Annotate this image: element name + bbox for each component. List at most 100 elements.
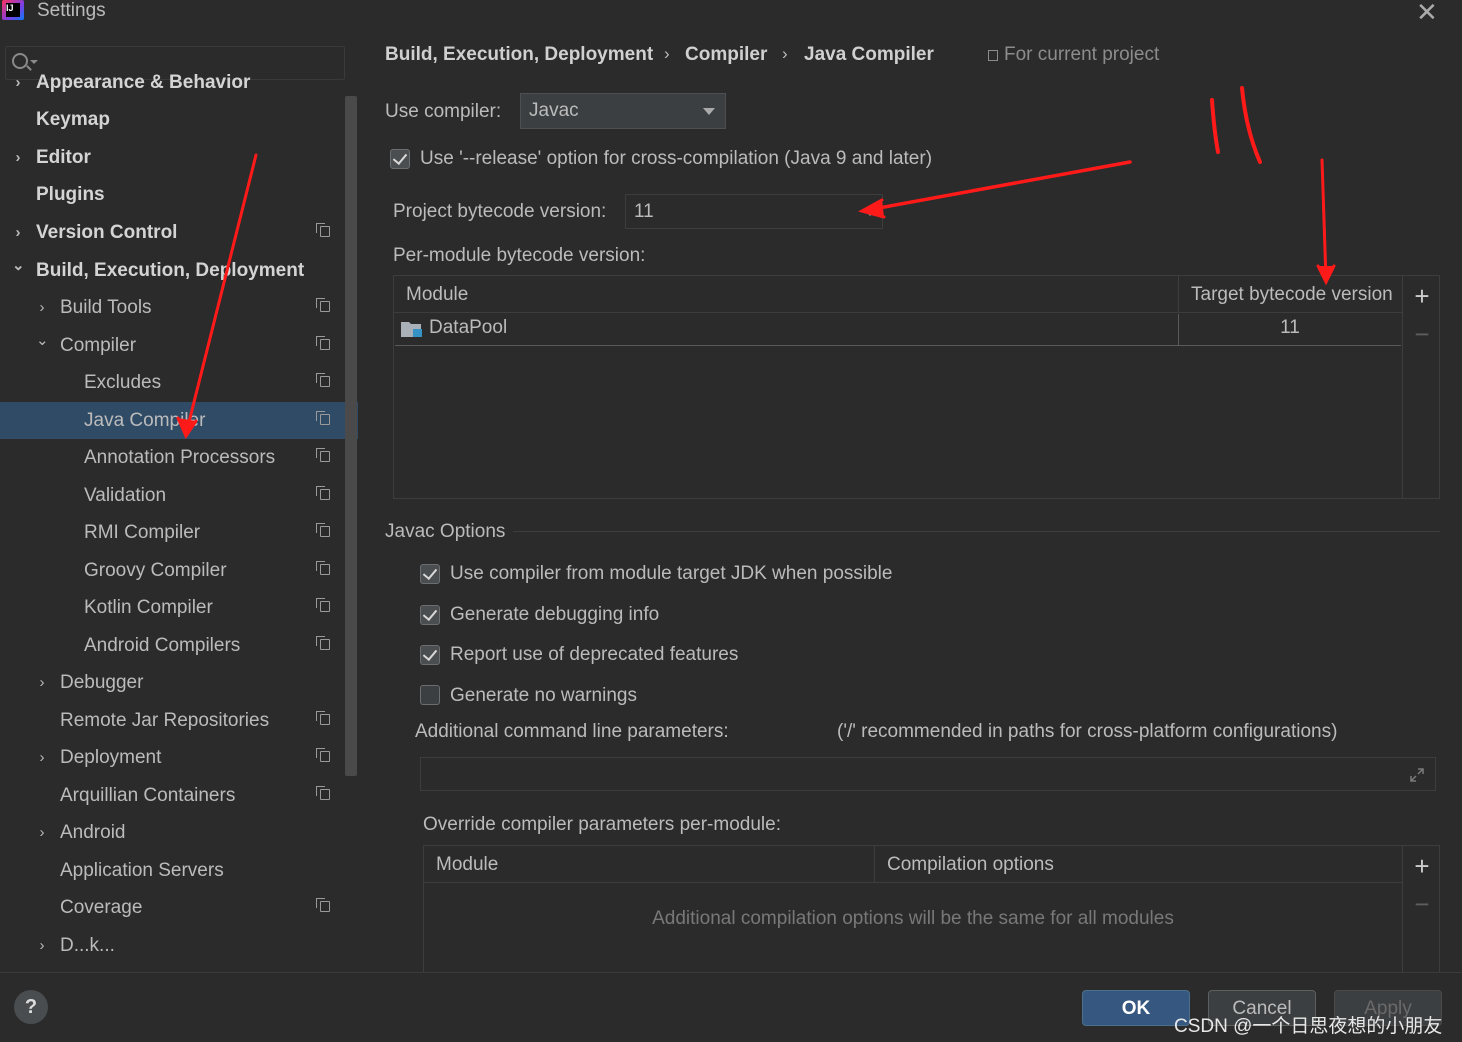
chevron-down-icon[interactable]: ⌄ (12, 247, 25, 284)
breadcrumb-separator: › (782, 44, 788, 63)
project-bytecode-value: 11 (634, 201, 654, 222)
sidebar-item-excludes[interactable]: Excludes (0, 364, 358, 401)
sidebar-item-coverage[interactable]: Coverage (0, 889, 358, 926)
override-params-label: Override compiler parameters per-module: (423, 814, 781, 835)
chevron-right-icon[interactable]: › (12, 139, 24, 176)
settings-sidebar: › Appearance & Behavior Keymap › Editor Plugi… (0, 30, 358, 972)
sidebar-item-build-tools[interactable]: › Build Tools (0, 289, 358, 326)
sidebar-item-arquillian-containers[interactable]: Arquillian Containers (0, 777, 358, 814)
scope-label: For current project (988, 44, 1159, 66)
checkbox-label: Generate debugging info (450, 604, 660, 625)
sidebar-item-label: Debugger (60, 672, 144, 693)
breadcrumb-java-compiler: Java Compiler (804, 44, 934, 65)
remove-icon[interactable]: − (1413, 321, 1431, 347)
override-table-toolbar: + − (1402, 846, 1440, 986)
sidebar-item-remote-jar-repositories[interactable]: Remote Jar Repositories (0, 702, 358, 739)
generate-no-warnings-checkbox[interactable] (420, 685, 440, 705)
additional-params-hint: ('/' recommended in paths for cross-plat… (837, 721, 1338, 742)
project-scope-icon (316, 373, 330, 387)
chevron-right-icon[interactable]: › (36, 739, 48, 776)
chevron-right-icon[interactable]: › (36, 927, 48, 964)
sidebar-item-version-control[interactable]: › Version Control (0, 214, 358, 251)
project-bytecode-select[interactable]: 11 (625, 194, 883, 229)
title-bar: IJ Settings ✕ (0, 0, 1462, 30)
project-scope-icon (316, 523, 330, 537)
section-divider (513, 531, 1440, 532)
sidebar-item-label: Groovy Compiler (84, 560, 227, 581)
chevron-right-icon[interactable]: › (36, 814, 48, 851)
project-scope-icon (316, 786, 330, 800)
javac-options-title: Javac Options (385, 521, 506, 542)
settings-tree: › Appearance & Behavior Keymap › Editor Plugi… (0, 30, 358, 972)
sidebar-item-label: Excludes (84, 372, 162, 393)
project-scope-icon (316, 448, 330, 462)
add-icon[interactable]: + (1413, 853, 1431, 879)
project-scope-icon (316, 336, 330, 350)
additional-params-label: Additional command line parameters: (415, 721, 729, 742)
sidebar-item-annotation-processors[interactable]: Annotation Processors (0, 439, 358, 476)
project-scope-icon (316, 298, 330, 312)
project-scope-icon (316, 898, 330, 912)
chevron-down-icon[interactable]: ⌄ (36, 322, 49, 359)
chevron-right-icon[interactable]: › (12, 214, 24, 251)
java-compiler-panel: Build, Execution, Deployment › Compiler … (358, 30, 1462, 986)
sidebar-item-label: D...k... (60, 935, 115, 956)
project-scope-icon (316, 223, 330, 237)
sidebar-item-kotlin-compiler[interactable]: Kotlin Compiler (0, 589, 358, 626)
sidebar-item-android[interactable]: › Android (0, 814, 358, 851)
chevron-right-icon[interactable]: › (36, 289, 48, 326)
expand-icon[interactable] (1409, 767, 1425, 783)
sidebar-item-label: Coverage (60, 897, 143, 918)
override-params-table: Module Compilation options Additional co… (423, 845, 1440, 986)
checkbox-label: Report use of deprecated features (450, 644, 739, 665)
sidebar-item-application-servers[interactable]: Application Servers (0, 852, 358, 889)
breadcrumb-build-execution-deployment[interactable]: Build, Execution, Deployment (385, 44, 653, 66)
target-bytecode-value[interactable]: 11 (1179, 317, 1401, 339)
help-button[interactable]: ? (14, 990, 48, 1024)
column-header-module[interactable]: Module (394, 276, 1178, 313)
sidebar-item-android-compilers[interactable]: Android Compilers (0, 627, 358, 664)
column-header-compilation-options[interactable]: Compilation options (874, 846, 1402, 883)
sidebar-item-validation[interactable]: Validation (0, 477, 358, 514)
sidebar-item-label: Compiler (60, 335, 137, 356)
use-module-jdk-checkbox[interactable] (420, 564, 440, 584)
sidebar-item-keymap[interactable]: Keymap (0, 101, 358, 138)
breadcrumb-compiler[interactable]: Compiler (685, 44, 767, 66)
remove-icon[interactable]: − (1413, 891, 1431, 917)
sidebar-scrollbar[interactable] (345, 96, 357, 776)
sidebar-item-groovy-compiler[interactable]: Groovy Compiler (0, 552, 358, 589)
sidebar-item-rmi-compiler[interactable]: RMI Compiler (0, 514, 358, 551)
sidebar-item-plugins[interactable]: Plugins (0, 176, 358, 213)
project-scope-icon (316, 486, 330, 500)
report-deprecated-checkbox[interactable] (420, 645, 440, 665)
sidebar-item-compiler[interactable]: ⌄ Compiler (0, 327, 358, 364)
sidebar-item-label: Keymap (36, 109, 110, 130)
add-icon[interactable]: + (1413, 283, 1431, 309)
column-header-module[interactable]: Module (424, 846, 874, 883)
sidebar-item-label: Arquillian Containers (60, 785, 236, 806)
project-scope-icon (316, 411, 330, 425)
use-compiler-select[interactable]: Javac (520, 93, 726, 129)
generate-debug-info-checkbox[interactable] (420, 605, 440, 625)
sidebar-item-deployment[interactable]: › Deployment (0, 739, 358, 776)
chevron-right-icon[interactable]: › (36, 664, 48, 701)
additional-params-input[interactable] (420, 757, 1436, 791)
sidebar-item-d-k[interactable]: › D...k... (0, 927, 358, 964)
close-icon[interactable]: ✕ (1416, 0, 1438, 28)
scope-text: For current project (1004, 44, 1160, 65)
sidebar-item-java-compiler[interactable]: Java Compiler (0, 402, 358, 439)
project-scope-icon (316, 711, 330, 725)
sidebar-item-build-execution-deployment[interactable]: ⌄ Build, Execution, Deployment (0, 252, 358, 289)
sidebar-item-editor[interactable]: › Editor (0, 139, 358, 176)
sidebar-item-debugger[interactable]: › Debugger (0, 664, 358, 701)
sidebar-item-label: Java Compiler (84, 410, 206, 431)
sidebar-item-appearance-behavior[interactable]: › Appearance & Behavior (0, 64, 358, 101)
checkbox-label: Use compiler from module target JDK when… (450, 563, 893, 584)
sidebar-item-label: Deployment (60, 747, 162, 768)
column-header-target-bytecode[interactable]: Target bytecode version (1178, 276, 1402, 313)
chevron-right-icon[interactable]: › (12, 64, 24, 101)
table-row[interactable]: DataPool 11 (395, 314, 1401, 346)
release-option-label: Use '--release' option for cross-compila… (420, 148, 933, 169)
release-option-checkbox[interactable] (390, 149, 410, 169)
sidebar-item-label: Android (60, 822, 126, 843)
